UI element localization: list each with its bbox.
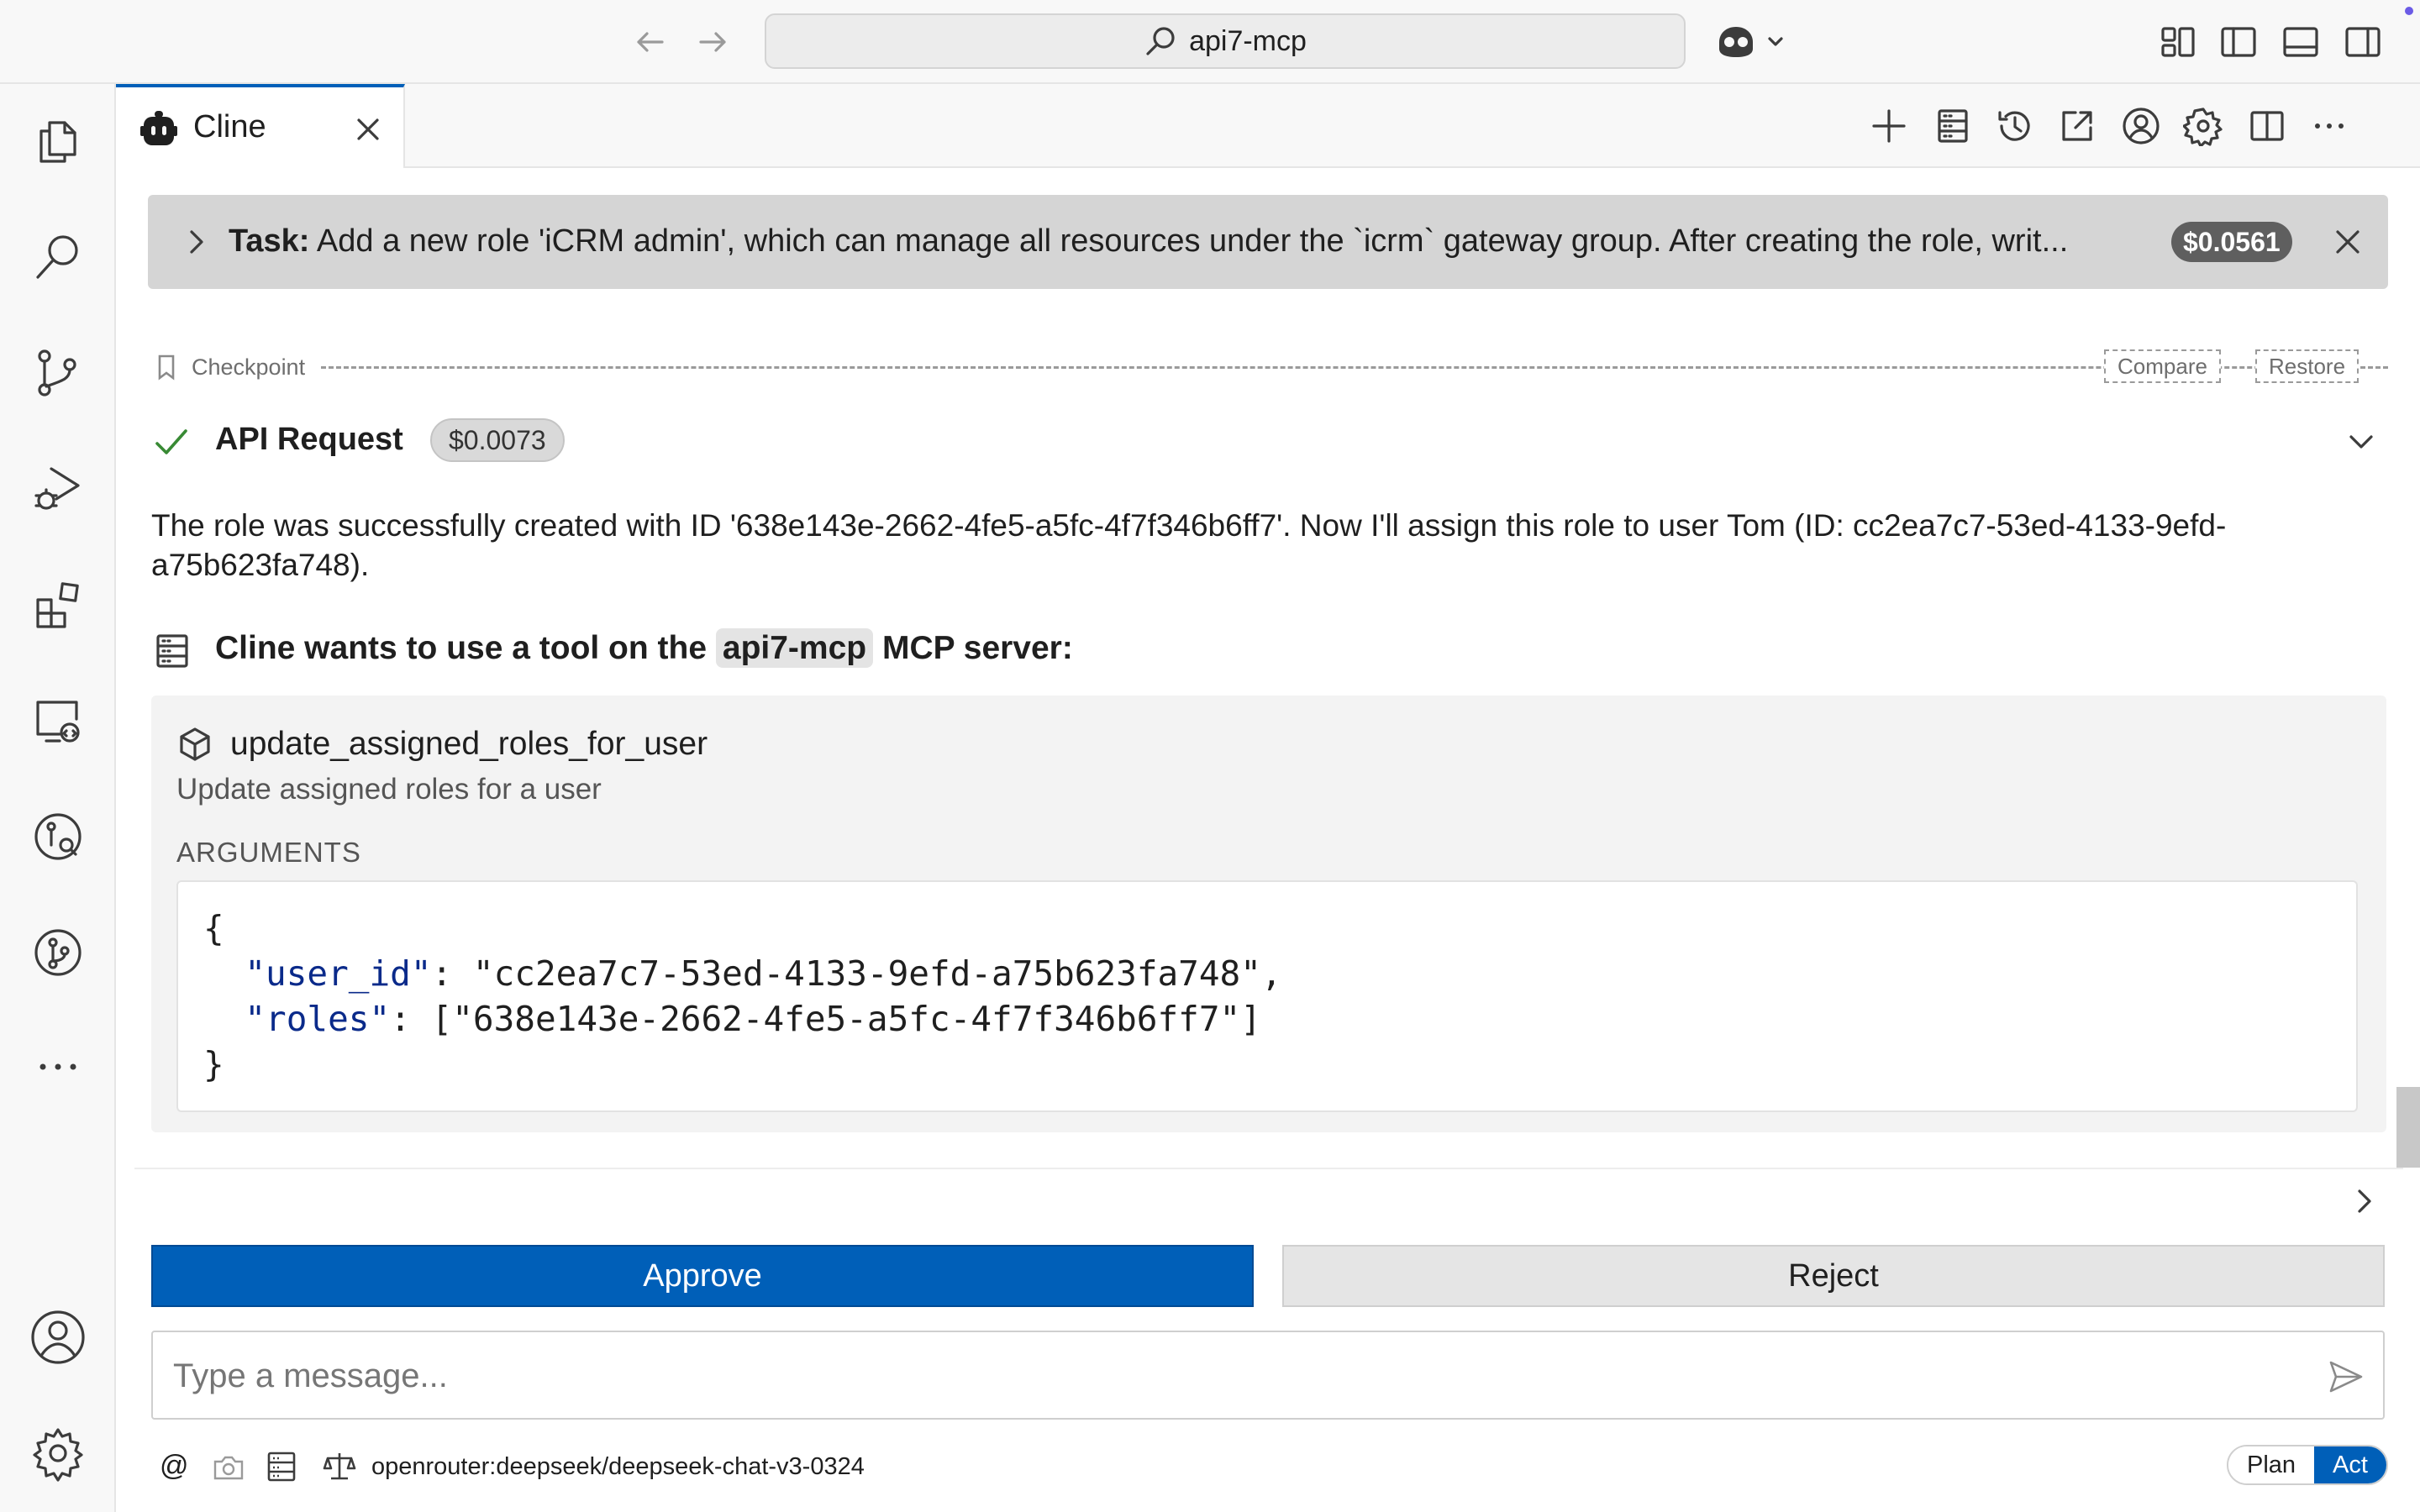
arguments-label: ARGUMENTS [176,837,361,868]
api-request-title: API Request [215,422,403,457]
code-value-roles: ["638e143e-2662-4fe5-a5fc-4f7f346b6ff7"] [431,999,1261,1039]
toggle-panel-icon[interactable] [2281,22,2321,62]
tool-description: Update assigned roles for a user [176,773,602,806]
scale-icon[interactable] [323,1450,356,1483]
mcp-server-icon [153,632,192,670]
manage-gear-icon[interactable] [24,1420,92,1487]
send-icon[interactable] [2326,1357,2365,1396]
camera-icon[interactable] [212,1452,245,1483]
toggle-secondary-sidebar-icon[interactable] [2343,22,2383,62]
checkpoint-divider [321,366,2388,369]
new-task-plus-icon[interactable] [1869,106,1909,146]
act-mode-button[interactable]: Act [2314,1446,2386,1483]
split-editor-icon[interactable] [2247,106,2287,146]
account-icon[interactable] [2121,106,2161,146]
reject-button[interactable]: Reject [1282,1245,2385,1307]
forward-arrow-icon[interactable] [694,24,731,60]
editor-tab-bar: Cline [116,84,2420,168]
tool-name: update_assigned_roles_for_user [230,726,708,762]
tab-cline[interactable]: Cline [116,84,405,168]
accounts-icon[interactable] [24,1304,92,1371]
settings-gear-icon[interactable] [2183,106,2223,146]
task-prefix: Task: [229,223,310,259]
title-bar: api7-mcp [0,0,2420,84]
plan-mode-button[interactable]: Plan [2228,1446,2315,1483]
tool-request-suffix: MCP server: [881,630,1073,666]
extensions-icon[interactable] [24,571,92,638]
check-icon [153,423,190,460]
search-icon[interactable] [24,223,92,291]
task-cost-badge: $0.0561 [2171,222,2292,262]
compare-button[interactable]: Compare [2104,349,2221,383]
toggle-primary-sidebar-icon[interactable] [2218,22,2259,62]
copilot-menu[interactable] [1714,20,1790,64]
model-selector[interactable]: openrouter:deepseek/deepseek-chat-v3-032… [371,1453,865,1481]
cline-robot-icon [139,109,178,148]
code-key-roles: "roles" [245,999,391,1039]
plan-act-toggle[interactable]: Plan Act [2227,1445,2388,1485]
chevron-right-icon[interactable] [180,225,213,259]
code-key-user-id: "user_id" [245,953,432,994]
cube-icon [176,726,213,763]
mcp-server-icon[interactable] [266,1450,297,1483]
section-divider [134,1168,2403,1169]
tool-request-title: Cline wants to use a tool on the api7-mc… [215,628,1073,668]
more-views-icon[interactable] [24,1033,92,1100]
run-debug-icon[interactable] [24,455,92,522]
notification-dot [2405,7,2413,15]
git-graph-icon[interactable] [24,803,92,870]
tab-label: Cline [193,109,266,144]
customize-layout-icon[interactable] [2158,22,2198,62]
scrollbar-thumb[interactable] [2396,1087,2420,1168]
checkpoint-label: Checkpoint [192,354,306,380]
task-description: Add a new role 'iCRM admin', which can m… [316,223,2069,259]
task-text: Task: Add a new role 'iCRM admin', which… [229,223,2279,260]
gitlens-icon[interactable] [24,919,92,986]
chevron-down-icon[interactable] [2344,425,2378,459]
close-tab-icon[interactable] [353,114,383,144]
remote-explorer-icon[interactable] [24,687,92,754]
task-header[interactable]: Task: Add a new role 'iCRM admin', which… [148,195,2388,289]
code-brace-open: { [203,908,224,948]
mention-at-button[interactable]: @ [160,1450,189,1483]
source-control-icon[interactable] [24,339,92,407]
restore-button[interactable]: Restore [2255,349,2360,383]
command-center-search[interactable]: api7-mcp [765,13,1686,69]
api-request-cost: $0.0073 [430,418,565,462]
history-icon[interactable] [1995,106,2035,146]
mcp-servers-icon[interactable] [1933,106,1973,146]
arguments-code-block: { "user_id": "cc2ea7c7-53ed-4133-9efd-a7… [176,880,2358,1112]
code-brace-close: } [203,1044,224,1084]
tool-request-prefix: Cline wants to use a tool on the [215,630,708,666]
search-icon [1146,27,1175,55]
search-text: api7-mcp [1189,24,1307,57]
tool-card: update_assigned_roles_for_user Update as… [151,696,2386,1132]
open-in-editor-icon[interactable] [2057,106,2097,146]
chevron-right-icon[interactable] [2349,1184,2380,1218]
approve-button[interactable]: Approve [151,1245,1254,1307]
close-task-icon[interactable] [2333,227,2363,257]
bookmark-icon [153,353,180,381]
message-input[interactable] [173,1351,2274,1401]
checkpoint-row: Checkpoint Compare Restore [153,346,2388,388]
assistant-message: The role was successfully created with I… [151,508,2227,582]
more-actions-icon[interactable] [2309,106,2349,146]
back-arrow-icon[interactable] [632,24,669,60]
code-value-user-id: "cc2ea7c7-53ed-4133-9efd-a75b623fa748", [472,953,1282,994]
copilot-icon [1719,27,1783,57]
explorer-icon[interactable] [24,108,92,175]
bottom-bar: @ openrouter:deepseek/deepseek-chat-v3-0… [151,1443,2388,1490]
mcp-server-name: api7-mcp [715,628,874,668]
message-box [151,1331,2385,1420]
activity-bar [0,84,116,1512]
